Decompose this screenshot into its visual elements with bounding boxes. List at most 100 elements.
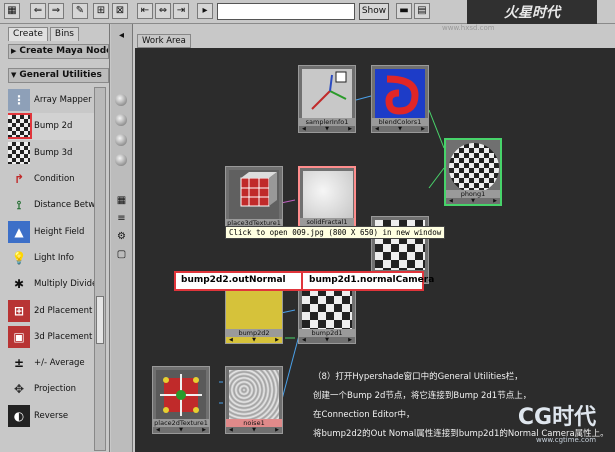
node-bump-3d[interactable]: Bump 3d: [8, 140, 94, 166]
place2d-icon: ⊞: [8, 299, 30, 322]
graph-up-icon[interactable]: ⊞: [93, 3, 109, 19]
triangle-down-icon: ▼: [11, 71, 17, 79]
collapse-icon[interactable]: ◂: [115, 29, 128, 42]
image-tooltip: Click to open 009.jpg (800 X 650) in new…: [225, 226, 446, 239]
node-condition[interactable]: ↱ Condition: [8, 166, 94, 192]
node-ports: ◀▼▶: [156, 427, 206, 433]
node-place2dtexture1[interactable]: place2dTexture1 ◀ ▼ ▶: [152, 366, 210, 434]
node-label: Height Field: [34, 226, 85, 237]
node-label: noise1: [226, 419, 282, 427]
create-panel: Create Bins ▶ Create Maya Nodes ▼ General …: [0, 24, 110, 452]
grid-small-icon[interactable]: ▦: [115, 194, 128, 207]
scroll-thumb[interactable]: [96, 296, 104, 344]
phong-sphere-icon: [449, 143, 499, 193]
connection-callout: bump2d2.outNormal bump2d1.normalCamera: [174, 271, 434, 291]
sphere-swatch-icon[interactable]: [115, 134, 127, 146]
arrow-right-icon[interactable]: ⇒: [48, 3, 64, 19]
create-maya-nodes-header[interactable]: ▶ Create Maya Nodes: [8, 44, 109, 59]
array-mapper-icon: ⋮: [8, 89, 30, 112]
node-label: phong1: [446, 190, 500, 198]
input-connections-icon[interactable]: ⇤: [137, 3, 153, 19]
tab-bins[interactable]: Bins: [49, 27, 79, 41]
arrow-left-icon[interactable]: ⇐: [30, 3, 46, 19]
work-area-tab[interactable]: Work Area: [137, 34, 191, 48]
solid-fractal-icon: [303, 171, 353, 221]
list-icon[interactable]: ≡: [115, 212, 128, 225]
cg-time-url: www.cgtime.com: [535, 436, 597, 444]
node-place3dtexture1[interactable]: place3dTexture1 ◀▼▶: [225, 166, 283, 234]
place3d-texture-icon: [229, 170, 279, 220]
blend-colors-icon: [375, 69, 425, 119]
node-projection[interactable]: ✥ Projection: [8, 376, 94, 402]
node-list: ⋮ Array Mapper Bump 2d Bump 3d ↱ Conditi…: [8, 87, 94, 429]
reverse-icon: ◐: [8, 404, 30, 427]
layout-split-icon[interactable]: ▤: [414, 3, 430, 19]
node-label: Reverse: [34, 410, 69, 421]
node-light-info[interactable]: 💡 Light Info: [8, 245, 94, 271]
place2d-texture-icon: [156, 370, 206, 420]
bookmark-icon[interactable]: ▸: [197, 3, 213, 19]
output-connections-icon[interactable]: ⇥: [173, 3, 189, 19]
callout-divider: [301, 273, 303, 289]
node-label: Bump 3d: [34, 147, 73, 158]
sphere-swatch-icon[interactable]: [115, 154, 127, 166]
node-label: blendColors1: [372, 118, 428, 126]
bump2d-icon: [8, 113, 32, 140]
node-reverse[interactable]: ◐ Reverse: [8, 403, 94, 429]
node-solidfractal1[interactable]: solidFractal1 ◀▼▶: [298, 166, 356, 234]
vertical-toolbar: ◂ ▦ ≡ ⚙ ▢: [111, 24, 133, 452]
node-bump-2d[interactable]: Bump 2d: [8, 113, 94, 140]
callout-normal-camera: bump2d1.normalCamera: [309, 275, 435, 285]
bump3d-icon: [8, 141, 30, 164]
sphere-swatch-icon[interactable]: [115, 94, 127, 106]
node-3d-placement[interactable]: ▣ 3d Placement: [8, 324, 94, 350]
brand-logo: 火星时代: [467, 0, 597, 24]
node-noise1[interactable]: noise1 ◀ ▼ ▶: [225, 366, 283, 434]
site-credit: www.hxsd.com: [442, 24, 495, 32]
node-height-field[interactable]: ▲ Height Field: [8, 218, 94, 244]
sphere-swatch-icon[interactable]: [115, 114, 127, 126]
node-label: Distance Between: [34, 200, 94, 211]
node-label: 3d Placement: [34, 331, 93, 342]
graph-network-icon[interactable]: ⊠: [112, 3, 128, 19]
frame-icon[interactable]: ▢: [115, 248, 128, 261]
height-field-icon: ▲: [8, 220, 30, 243]
show-button[interactable]: Show: [359, 3, 389, 20]
connection-line: [280, 199, 296, 204]
node-label: solidFractal1: [300, 218, 354, 226]
node-label: samplerInfo1: [299, 118, 355, 126]
noise-texture-icon: [229, 370, 279, 420]
note-line: （8）打开Hypershade窗口中的General Utilities栏，: [313, 372, 523, 382]
settings-icon[interactable]: ⚙: [115, 230, 128, 243]
node-label: place2dTexture1: [153, 419, 209, 427]
general-utilities-header[interactable]: ▼ General Utilities: [8, 68, 109, 83]
plus-minus-average-icon: ±: [13, 356, 25, 371]
input-output-icon[interactable]: ⇔: [155, 3, 171, 19]
node-ports: ◀▼▶: [449, 198, 497, 204]
node-2d-placement[interactable]: ⊞ 2d Placement: [8, 297, 94, 323]
node-plus-minus-average[interactable]: ± +/- Average: [8, 350, 94, 376]
node-label: 2d Placement: [34, 305, 93, 316]
node-blendcolors1[interactable]: blendColors1 ◀ ▼ ▶: [371, 65, 429, 133]
node-multiply-divide[interactable]: ✱ Multiply Divide: [8, 271, 94, 297]
node-samplerinfo1[interactable]: samplerInfo1 ◀ ▼ ▶: [298, 65, 356, 133]
node-array-mapper[interactable]: ⋮ Array Mapper: [8, 87, 94, 113]
node-list-scrollbar[interactable]: [94, 87, 106, 451]
connection-line: [355, 95, 372, 101]
connection-line: [280, 309, 296, 314]
node-ports: ◀▼▶: [302, 126, 352, 132]
node-ports: ◀▼▶: [229, 427, 279, 433]
tab-create[interactable]: Create: [8, 27, 48, 41]
pencil-icon[interactable]: ✎: [72, 3, 88, 19]
node-ports: ◀▼▶: [229, 337, 279, 343]
cg-time-logo: CG时代: [517, 405, 597, 430]
node-ports: ◀▼▶: [375, 126, 425, 132]
search-input[interactable]: [217, 3, 355, 20]
node-phong1[interactable]: phong1 ◀ ▼ ▶: [444, 138, 502, 206]
sampler-info-icon: [302, 69, 352, 119]
multiply-divide-icon: ✱: [13, 277, 25, 292]
node-distance-between[interactable]: ⟟ Distance Between: [8, 192, 94, 218]
node-label: bump2d1: [299, 329, 355, 337]
layout-single-icon[interactable]: ▬: [396, 3, 412, 19]
grid-icon[interactable]: ▦: [4, 3, 20, 19]
